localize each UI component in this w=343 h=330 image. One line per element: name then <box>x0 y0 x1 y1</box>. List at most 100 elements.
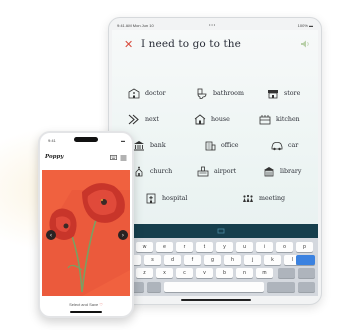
word-bank[interactable]: bank <box>133 138 166 152</box>
previous-arrow-button[interactable]: ‹ <box>46 230 56 240</box>
word-label: hospital <box>162 194 188 202</box>
word-next[interactable]: next <box>128 112 159 126</box>
phone-battery: ▬ <box>121 138 125 143</box>
key-k[interactable]: k <box>264 255 281 265</box>
keyboard-icon[interactable] <box>110 155 117 160</box>
word-label: car <box>288 141 299 149</box>
key-x[interactable]: x <box>156 268 173 278</box>
footer-text: Select and Save <box>69 302 99 307</box>
phrase-text: I need to go to the <box>141 38 241 50</box>
key-g[interactable]: g <box>204 255 221 265</box>
key-m[interactable]: m <box>256 268 273 278</box>
next-arrow-button[interactable]: › <box>118 230 128 240</box>
word-label: bank <box>150 141 166 149</box>
word-label: airport <box>214 167 237 175</box>
tablet-status-dots: ••• <box>209 22 217 27</box>
tablet-device: 9:41 AM Mon Jun 10 ••• 100% ▬ ✕ I need t… <box>108 17 322 305</box>
office-icon <box>205 141 216 150</box>
word-office[interactable]: office <box>204 138 239 152</box>
tablet-screen: ✕ I need to go to the doctor bathroom st… <box>112 30 318 224</box>
emoji-key[interactable] <box>147 282 161 292</box>
key-v[interactable]: v <box>196 268 213 278</box>
house-icon <box>194 113 206 124</box>
phone-footer: Select and Save ♡ <box>40 302 132 307</box>
heart-icon[interactable]: ♡ <box>99 302 103 307</box>
key-d[interactable]: d <box>164 255 181 265</box>
number-mode-key-right[interactable] <box>267 282 295 292</box>
key-o[interactable]: o <box>276 242 293 252</box>
key-y[interactable]: y <box>216 242 233 252</box>
key-w[interactable]: w <box>136 242 153 252</box>
church-icon <box>135 166 143 176</box>
hospital-icon <box>146 193 156 203</box>
key-c[interactable]: c <box>176 268 193 278</box>
tablet-battery: 100% ▬ <box>297 23 313 28</box>
close-icon[interactable]: ✕ <box>124 38 133 51</box>
word-house[interactable]: house <box>194 112 230 126</box>
key-h[interactable]: h <box>224 255 241 265</box>
dynamic-island <box>74 137 98 142</box>
word-label: doctor <box>145 89 166 97</box>
menu-icon[interactable] <box>120 155 127 161</box>
shift-key-right[interactable] <box>298 268 315 278</box>
phone-device: 9:41 ▬ Poppy ‹ › Select and Save ♡ <box>38 131 134 318</box>
doctor-building-icon <box>128 88 140 98</box>
poppy-image: ‹ › <box>42 170 130 296</box>
next-arrow-icon <box>128 114 139 124</box>
key-p[interactable]: p <box>296 242 313 252</box>
key-n[interactable]: n <box>236 268 253 278</box>
return-key[interactable] <box>296 255 315 265</box>
word-meeting[interactable]: meeting <box>242 191 285 205</box>
phone-home-indicator <box>70 311 102 313</box>
phone-status-bar: 9:41 ▬ <box>40 133 132 145</box>
word-hospital[interactable]: hospital <box>145 191 187 205</box>
space-key[interactable] <box>164 282 264 292</box>
key-f[interactable]: f <box>184 255 201 265</box>
on-screen-keyboard: qwertyuiopasdfghjklzxcvbnm <box>112 238 318 296</box>
car-icon <box>271 141 283 150</box>
library-icon <box>264 166 274 176</box>
key-j[interactable]: j <box>244 255 261 265</box>
kitchen-icon <box>259 114 271 124</box>
airport-icon <box>197 166 209 176</box>
key-i[interactable]: i <box>256 242 273 252</box>
word-library[interactable]: library <box>263 164 301 178</box>
word-bathroom[interactable]: bathroom <box>196 86 244 100</box>
key-s[interactable]: s <box>144 255 161 265</box>
tablet-status-time: 9:41 AM Mon Jun 10 <box>117 23 154 28</box>
word-label: church <box>150 167 173 175</box>
word-label: bathroom <box>213 89 244 97</box>
keyboard-toolbar <box>112 224 318 238</box>
word-label: house <box>211 115 230 123</box>
key-r[interactable]: r <box>176 242 193 252</box>
bank-icon <box>134 140 144 150</box>
word-label: kitchen <box>276 115 300 123</box>
word-doctor[interactable]: doctor <box>128 86 166 100</box>
phrase-bar: ✕ I need to go to the <box>112 30 318 60</box>
word-label: library <box>280 167 302 175</box>
tablet-status-bar: 9:41 AM Mon Jun 10 ••• 100% ▬ <box>109 18 321 30</box>
word-label: store <box>284 89 301 97</box>
word-airport[interactable]: airport <box>197 164 236 178</box>
word-label: meeting <box>259 194 286 202</box>
word-car[interactable]: car <box>271 138 298 152</box>
word-label: office <box>221 141 239 149</box>
phone-header: Poppy <box>40 151 132 167</box>
word-kitchen[interactable]: kitchen <box>259 112 300 126</box>
dismiss-keyboard-key[interactable] <box>298 282 315 292</box>
word-church[interactable]: church <box>133 164 172 178</box>
key-e[interactable]: e <box>156 242 173 252</box>
keyboard-toolbar-icon[interactable] <box>217 227 225 235</box>
toilet-icon <box>197 88 207 99</box>
key-u[interactable]: u <box>236 242 253 252</box>
key-t[interactable]: t <box>196 242 213 252</box>
shift-key[interactable] <box>278 268 295 278</box>
word-store[interactable]: store <box>267 86 300 100</box>
key-b[interactable]: b <box>216 268 233 278</box>
word-label: next <box>145 115 159 123</box>
phone-status-time: 9:41 <box>48 138 56 143</box>
key-z[interactable]: z <box>136 268 153 278</box>
tablet-home-indicator <box>181 299 251 301</box>
speaker-icon[interactable] <box>300 39 310 49</box>
phone-title: Poppy <box>45 154 64 160</box>
